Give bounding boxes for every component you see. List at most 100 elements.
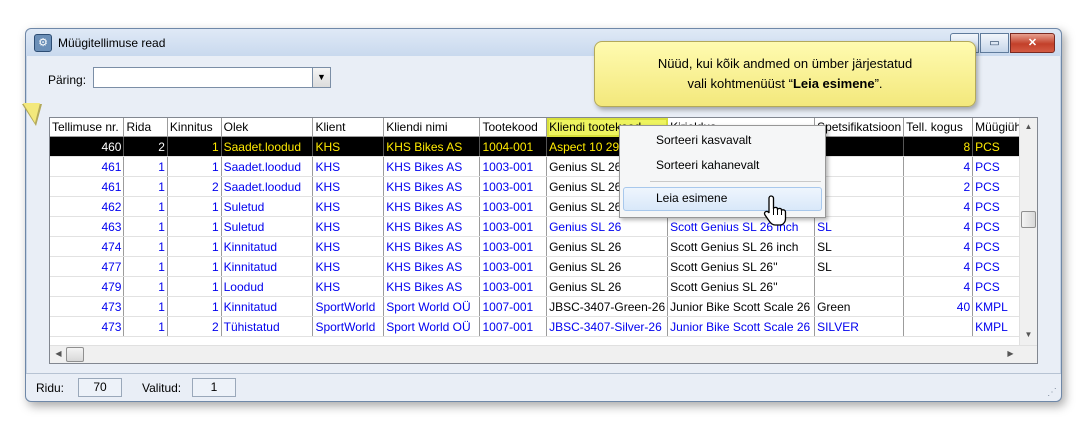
table-cell[interactable]: 1 xyxy=(123,316,168,337)
table-cell[interactable]: KHS xyxy=(312,276,385,297)
table-row[interactable]: 463 1 1 Suletud KHS KHS Bikes AS 1003-001 Geniu… xyxy=(50,216,1037,237)
table-cell[interactable]: 1007-001 xyxy=(479,296,548,317)
table-cell[interactable]: 4 xyxy=(903,256,974,277)
table-cell[interactable]: 1003-001 xyxy=(479,196,548,217)
column-header[interactable]: Spetsifikatsioon xyxy=(814,118,905,137)
table-cell[interactable]: 479 xyxy=(50,276,125,297)
table-cell[interactable]: 1003-001 xyxy=(479,216,548,237)
table-cell[interactable]: 1 xyxy=(167,256,222,277)
table-cell[interactable]: Genius SL 26 xyxy=(546,216,669,237)
table-cell[interactable]: Loodud xyxy=(221,276,314,297)
table-cell[interactable]: 1 xyxy=(167,236,222,257)
table-cell[interactable]: 1 xyxy=(123,236,168,257)
table-cell[interactable]: Saadet.loodud xyxy=(221,136,314,157)
column-header[interactable]: Tell. kogus xyxy=(903,118,974,137)
table-cell[interactable]: 4 xyxy=(903,236,974,257)
table-cell[interactable]: 1 xyxy=(167,136,222,157)
table-cell[interactable]: 40 xyxy=(903,296,974,317)
table-cell[interactable]: 4 xyxy=(903,276,974,297)
table-row[interactable]: 479 1 1 Loodud KHS KHS Bikes AS 1003-001 Genius… xyxy=(50,276,1037,297)
table-cell[interactable]: KHS Bikes AS xyxy=(383,236,481,257)
dropdown-arrow-icon[interactable]: ▼ xyxy=(312,68,330,87)
table-cell[interactable]: 1003-001 xyxy=(479,176,548,197)
scroll-left-icon[interactable]: ◀ xyxy=(50,349,67,358)
column-header[interactable]: Tellimuse nr. xyxy=(50,118,125,137)
table-row[interactable]: 473 1 1 Kinnitatud SportWorld Sport World OÜ 1… xyxy=(50,296,1037,317)
table-cell[interactable]: KHS Bikes AS xyxy=(383,276,481,297)
table-cell[interactable] xyxy=(903,316,974,337)
table-cell[interactable]: 2 xyxy=(167,176,222,197)
table-cell[interactable]: SportWorld xyxy=(312,316,385,337)
table-cell[interactable]: Junior Bike Scott Scale 26 xyxy=(667,296,816,317)
menu-item-sort-descending[interactable]: Sorteeri kahanevalt xyxy=(656,158,759,172)
table-cell[interactable]: Suletud xyxy=(221,196,314,217)
table-cell[interactable]: Scott Genius SL 26 inch xyxy=(667,236,816,257)
table-cell[interactable]: Suletud xyxy=(221,216,314,237)
table-row[interactable]: 461 1 2 Saadet.loodud KHS KHS Bikes AS 1003-00… xyxy=(50,176,1037,197)
table-cell[interactable]: KHS Bikes AS xyxy=(383,156,481,177)
table-cell[interactable]: Sport World OÜ xyxy=(383,316,481,337)
table-cell[interactable]: KHS Bikes AS xyxy=(383,196,481,217)
table-cell[interactable] xyxy=(814,196,905,217)
column-header[interactable]: Kinnitus xyxy=(167,118,222,137)
table-cell[interactable]: 1 xyxy=(123,196,168,217)
table-cell[interactable]: 2 xyxy=(903,176,974,197)
table-cell[interactable]: JBSC-3407-Green-26 xyxy=(546,296,669,317)
table-cell[interactable]: KHS xyxy=(312,256,385,277)
table-cell[interactable] xyxy=(814,136,905,157)
table-cell[interactable]: 460 xyxy=(50,136,125,157)
table-cell[interactable]: Tühistatud xyxy=(221,316,314,337)
table-cell[interactable]: Scott Genius SL 26'' xyxy=(667,256,816,277)
table-cell[interactable]: Kinnitatud xyxy=(221,256,314,277)
column-header[interactable]: Olek xyxy=(221,118,314,137)
table-cell[interactable]: 1 xyxy=(167,276,222,297)
table-cell[interactable]: 1003-001 xyxy=(479,156,548,177)
table-cell[interactable]: 2 xyxy=(123,136,168,157)
table-cell[interactable]: SL xyxy=(814,216,905,237)
table-cell[interactable]: Kinnitatud xyxy=(221,236,314,257)
scroll-down-icon[interactable]: ▼ xyxy=(1020,330,1037,339)
table-cell[interactable] xyxy=(814,156,905,177)
table-cell[interactable]: KHS Bikes AS xyxy=(383,136,481,157)
table-row[interactable]: 477 1 1 Kinnitatud KHS KHS Bikes AS 1003-001 Ge… xyxy=(50,256,1037,277)
table-cell[interactable]: 4 xyxy=(903,196,974,217)
table-cell[interactable]: SL xyxy=(814,256,905,277)
table-cell[interactable]: 1003-001 xyxy=(479,276,548,297)
maximize-button[interactable]: ▭ xyxy=(980,33,1009,53)
table-cell[interactable]: 1 xyxy=(123,216,168,237)
table-cell[interactable]: Genius SL 26 xyxy=(546,236,669,257)
table-cell[interactable]: KHS Bikes AS xyxy=(383,216,481,237)
table-cell[interactable]: Saadet.loodud xyxy=(221,176,314,197)
vertical-scroll-thumb[interactable] xyxy=(1021,211,1036,228)
table-cell[interactable]: 1 xyxy=(167,156,222,177)
table-cell[interactable]: 1 xyxy=(123,156,168,177)
table-cell[interactable]: 477 xyxy=(50,256,125,277)
table-cell[interactable]: 1 xyxy=(123,296,168,317)
table-cell[interactable]: 463 xyxy=(50,216,125,237)
table-cell[interactable]: 1 xyxy=(123,256,168,277)
scroll-up-icon[interactable]: ▲ xyxy=(1020,122,1037,131)
table-cell[interactable]: Sport World OÜ xyxy=(383,296,481,317)
table-cell[interactable]: SportWorld xyxy=(312,296,385,317)
table-cell[interactable]: 1003-001 xyxy=(479,256,548,277)
column-header[interactable]: Tootekood xyxy=(479,118,548,137)
table-cell[interactable]: Genius SL 26 xyxy=(546,276,669,297)
table-cell[interactable] xyxy=(814,276,905,297)
column-header[interactable]: Kliendi nimi xyxy=(383,118,481,137)
table-cell[interactable]: 473 xyxy=(50,296,125,317)
table-cell[interactable]: JBSC-3407-Silver-26 xyxy=(546,316,669,337)
table-cell[interactable]: 1007-001 xyxy=(479,316,548,337)
table-cell[interactable]: Genius SL 26 xyxy=(546,256,669,277)
scroll-right-icon[interactable]: ▶ xyxy=(1002,349,1019,358)
horizontal-scroll-thumb[interactable] xyxy=(66,347,84,362)
table-cell[interactable]: 1003-001 xyxy=(479,236,548,257)
table-cell[interactable]: 1 xyxy=(167,196,222,217)
table-cell[interactable]: 461 xyxy=(50,156,125,177)
table-cell[interactable]: KHS xyxy=(312,236,385,257)
column-header[interactable]: Klient xyxy=(312,118,385,137)
table-row[interactable]: 462 1 1 Suletud KHS KHS Bikes AS 1003-001 Geniu… xyxy=(50,196,1037,217)
table-cell[interactable] xyxy=(814,176,905,197)
table-cell[interactable]: 4 xyxy=(903,156,974,177)
menu-item-sort-ascending[interactable]: Sorteeri kasvavalt xyxy=(656,133,751,147)
table-cell[interactable]: KHS xyxy=(312,216,385,237)
